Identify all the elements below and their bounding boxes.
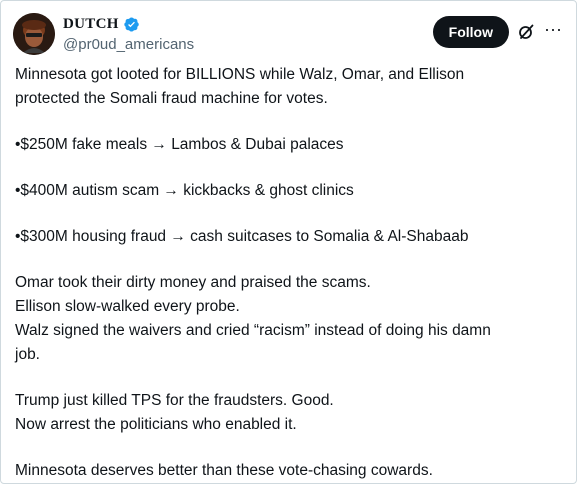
grok-icon[interactable] (517, 23, 535, 41)
tweet-line: Minnesota got looted for BILLIONS while … (15, 66, 465, 83)
verified-badge-icon (123, 16, 140, 33)
author-info: DUTCH @pr0ud_americans (63, 14, 194, 54)
author-display-name[interactable]: DUTCH (63, 16, 119, 33)
tweet-header: DUTCH @pr0ud_americans Follow ··· (13, 13, 564, 57)
bullet-item: •$300M housing fraud → cash suitcases to… (15, 228, 469, 245)
tweet-line: Walz signed the waivers and cried “racis… (15, 322, 491, 339)
tweet-line: Ellison slow-walked every probe. (15, 298, 240, 315)
follow-button[interactable]: Follow (432, 16, 509, 48)
tweet-line: protected the Somali fraud machine for v… (15, 90, 328, 107)
author-handle[interactable]: @pr0ud_americans (63, 36, 194, 53)
avatar-image (13, 13, 55, 55)
bullet-item: •$250M fake meals → Lambos & Dubai palac… (15, 136, 344, 153)
tweet-line: Trump just killed TPS for the fraudsters… (15, 392, 334, 409)
more-icon[interactable]: ··· (544, 19, 562, 39)
tweet-line: Minnesota deserves better than these vot… (15, 462, 433, 479)
tweet-text: Minnesota got looted for BILLIONS while … (15, 63, 563, 483)
avatar[interactable] (13, 13, 55, 55)
tweet-line: Omar took their dirty money and praised … (15, 274, 371, 291)
bullet-item: •$400M autism scam → kickbacks & ghost c… (15, 182, 354, 199)
tweet-line: Now arrest the politicians who enabled i… (15, 416, 297, 433)
tweet-card: DUTCH @pr0ud_americans Follow ··· Minnes… (0, 0, 577, 484)
tweet-line: job. (15, 346, 40, 363)
